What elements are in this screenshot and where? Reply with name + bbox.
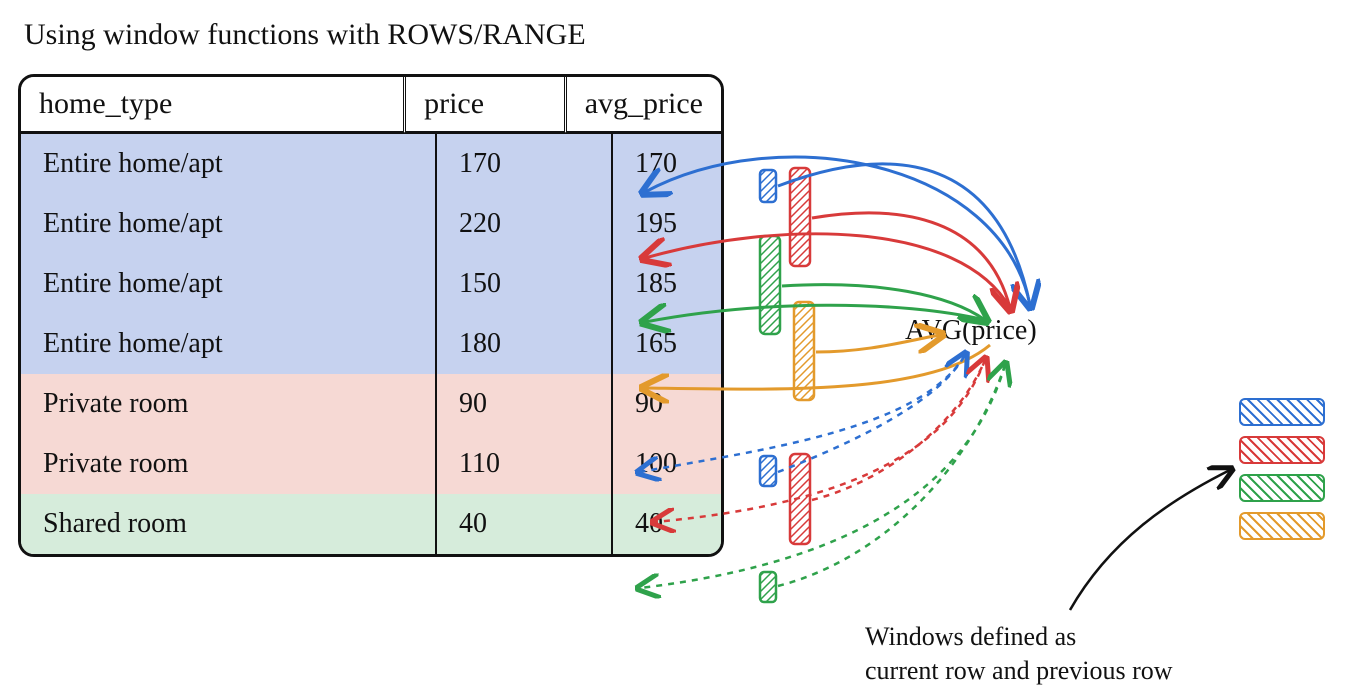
table-row: Private room 90 90 <box>21 374 721 434</box>
cell-avg-price: 40 <box>613 494 721 554</box>
partition-entire-home: Entire home/apt 170 170 Entire home/apt … <box>21 134 721 374</box>
swatch-blue <box>1239 398 1325 426</box>
table-row: Entire home/apt 170 170 <box>21 134 721 194</box>
table-row: Entire home/apt 180 165 <box>21 314 721 374</box>
cell-price: 90 <box>437 374 613 434</box>
swatch-green <box>1239 474 1325 502</box>
cell-avg-price: 165 <box>613 314 721 374</box>
partition-shared-room: Shared room 40 40 <box>21 494 721 554</box>
caption-line: Windows defined as <box>865 620 1173 654</box>
cell-price: 220 <box>437 194 613 254</box>
cell-avg-price: 100 <box>613 434 721 494</box>
cell-avg-price: 170 <box>613 134 721 194</box>
table-row: Entire home/apt 150 185 <box>21 254 721 314</box>
caption-line: current row and previous row <box>865 654 1173 688</box>
cell-home-type: Shared room <box>21 494 437 554</box>
color-legend <box>1239 398 1325 540</box>
cell-price: 170 <box>437 134 613 194</box>
cell-avg-price: 90 <box>613 374 721 434</box>
table-row: Private room 110 100 <box>21 434 721 494</box>
swatch-red <box>1239 436 1325 464</box>
header-avg-price: avg_price <box>567 77 721 134</box>
cell-home-type: Private room <box>21 374 437 434</box>
table-row: Entire home/apt 220 195 <box>21 194 721 254</box>
header-price: price <box>406 77 567 134</box>
header-home-type: home_type <box>21 77 406 134</box>
table-row: Shared room 40 40 <box>21 494 721 554</box>
cell-price: 180 <box>437 314 613 374</box>
table-header: home_type price avg_price <box>21 77 721 134</box>
cell-price: 150 <box>437 254 613 314</box>
cell-home-type: Entire home/apt <box>21 194 437 254</box>
data-table: home_type price avg_price Entire home/ap… <box>18 74 724 557</box>
cell-home-type: Private room <box>21 434 437 494</box>
cell-avg-price: 185 <box>613 254 721 314</box>
swatch-orange <box>1239 512 1325 540</box>
window-definition-caption: Windows defined as current row and previ… <box>865 620 1173 688</box>
cell-home-type: Entire home/apt <box>21 134 437 194</box>
cell-home-type: Entire home/apt <box>21 254 437 314</box>
partition-private-room: Private room 90 90 Private room 110 100 <box>21 374 721 494</box>
cell-avg-price: 195 <box>613 194 721 254</box>
avg-function-label: AVG(price) <box>905 315 1037 347</box>
cell-price: 40 <box>437 494 613 554</box>
cell-price: 110 <box>437 434 613 494</box>
diagram-title: Using window functions with ROWS/RANGE <box>24 18 586 52</box>
cell-home-type: Entire home/apt <box>21 314 437 374</box>
